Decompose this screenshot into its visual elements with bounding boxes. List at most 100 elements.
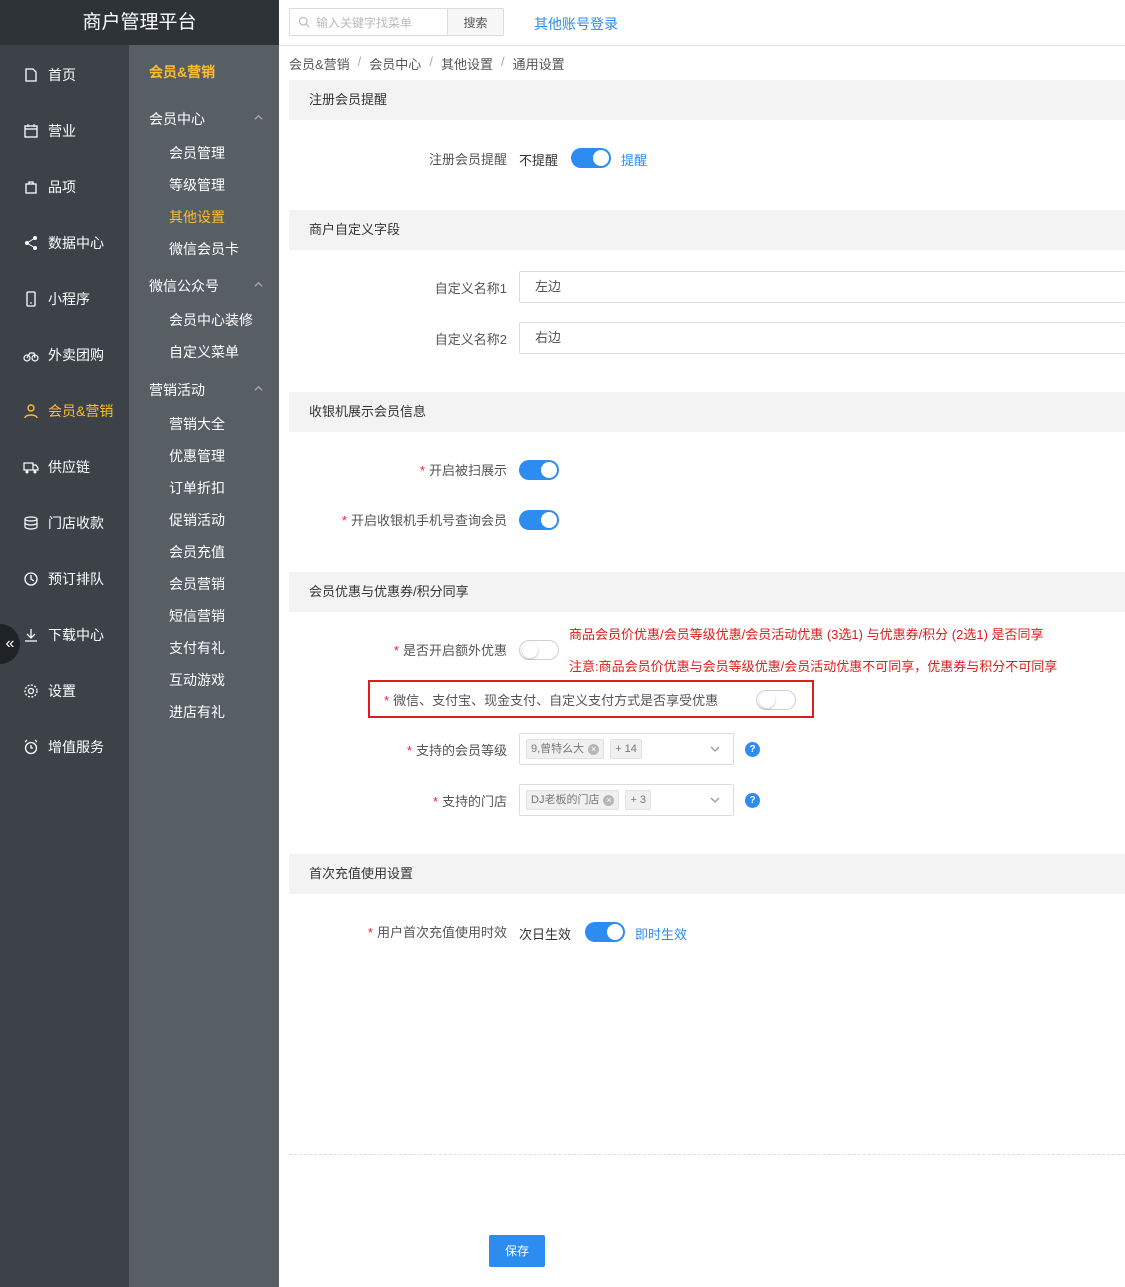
nav-item-label: 数据中心 xyxy=(48,235,104,251)
section-header-register: 注册会员提醒 xyxy=(289,80,1125,120)
scan-display-label: * 开启被扫展示 xyxy=(419,463,507,478)
recharge-on-text: 即时生效 xyxy=(635,927,688,942)
nav-group[interactable]: 微信公众号 xyxy=(149,274,264,298)
chevron-up-icon xyxy=(253,112,264,126)
nav-sub-item[interactable]: 其他设置 xyxy=(169,207,225,227)
chevron-up-icon xyxy=(253,279,264,293)
menu-search: 输入关键字找菜单 搜索 xyxy=(289,8,504,36)
breadcrumb-item-current: 通用设置 xyxy=(512,57,565,72)
chevron-down-icon xyxy=(710,797,720,803)
recharge-off-text: 次日生效 xyxy=(519,927,572,942)
section-header-recharge: 首次充值使用设置 xyxy=(289,854,1125,894)
nav-group[interactable]: 会员中心 xyxy=(149,107,264,131)
recharge-time-label: * 用户首次充值使用时效 xyxy=(367,925,507,940)
home-icon xyxy=(22,66,40,84)
nav-item[interactable]: 小程序 xyxy=(0,279,129,319)
member-level-tag: 9,曾特么大 × xyxy=(526,739,605,759)
nav-item-label: 设置 xyxy=(48,683,76,699)
nav-item[interactable]: 会员&营销 xyxy=(0,391,129,431)
member-levels-select[interactable]: 9,曾特么大 × + 14 xyxy=(519,733,734,765)
register-reminder-label: 注册会员提醒 xyxy=(428,152,507,167)
nav-item[interactable]: 预订排队 xyxy=(0,559,129,599)
remove-tag-icon[interactable]: × xyxy=(588,743,600,755)
nav-sub-item[interactable]: 会员中心装修 xyxy=(169,310,253,330)
extra-discount-label: * 是否开启额外优惠 xyxy=(393,643,507,658)
breadcrumb-item[interactable]: 会员中心 xyxy=(369,54,421,73)
recharge-time-toggle[interactable] xyxy=(585,922,625,942)
payment-discount-toggle[interactable] xyxy=(756,690,796,710)
store-tag: DJ老板的门店 × xyxy=(526,790,620,810)
custom-field2-input[interactable]: 右边 xyxy=(519,322,1125,354)
nav-group[interactable]: 营销活动 xyxy=(149,378,264,402)
help-icon[interactable]: ? xyxy=(745,793,760,808)
truck-icon xyxy=(22,458,40,476)
nav-sub-item[interactable]: 会员营销 xyxy=(169,574,225,594)
nav-item-label: 营业 xyxy=(48,123,76,139)
custom-field2-label: 自定义名称2 xyxy=(434,332,507,347)
custom-field1-input[interactable]: 左边 xyxy=(519,271,1125,303)
nav-item[interactable]: 品项 xyxy=(0,167,129,207)
register-reminder-toggle[interactable] xyxy=(571,148,611,168)
share-note-1: 商品会员价优惠/会员等级优惠/会员活动优惠 (3选1) 与优惠券/积分 (2选1… xyxy=(569,627,1044,642)
bag-icon xyxy=(22,178,40,196)
chevron-up-icon xyxy=(253,383,264,397)
search-button[interactable]: 搜索 xyxy=(447,9,503,35)
payment-discount-label: * 微信、支付宝、现金支付、自定义支付方式是否享受优惠 xyxy=(384,693,719,708)
nav-item[interactable]: 供应链 xyxy=(0,447,129,487)
database-icon xyxy=(22,514,40,532)
nav-item[interactable]: 门店收款 xyxy=(0,503,129,543)
nav-sub-item[interactable]: 短信营销 xyxy=(169,606,225,626)
clock-icon xyxy=(22,570,40,588)
search-input[interactable]: 输入关键字找菜单 xyxy=(290,9,447,35)
gear-icon xyxy=(22,682,40,700)
share-icon xyxy=(22,234,40,252)
nav-item[interactable]: 增值服务 xyxy=(0,727,129,767)
nav-sub-item[interactable]: 促销活动 xyxy=(169,510,225,530)
nav-sub-item[interactable]: 支付有礼 xyxy=(169,638,225,658)
nav-sub-item[interactable]: 等级管理 xyxy=(169,175,225,195)
divider xyxy=(289,1154,1125,1155)
nav-item-label: 会员&营销 xyxy=(48,403,114,419)
save-button[interactable]: 保存 xyxy=(489,1235,545,1267)
nav-sub-item[interactable]: 优惠管理 xyxy=(169,446,225,466)
breadcrumb-item[interactable]: 其他设置 xyxy=(441,54,493,73)
nav-item[interactable]: 首页 xyxy=(0,55,129,95)
secondary-sidebar-title: 会员&营销 xyxy=(149,64,216,80)
nav-group-label: 营销活动 xyxy=(149,382,205,398)
search-placeholder: 输入关键字找菜单 xyxy=(316,15,413,30)
nav-item[interactable]: 设置 xyxy=(0,671,129,711)
nav-sub-item[interactable]: 营销大全 xyxy=(169,414,225,434)
nav-sub-item[interactable]: 订单折扣 xyxy=(169,478,225,498)
stores-select[interactable]: DJ老板的门店 × + 3 xyxy=(519,784,734,816)
nav-group-label: 会员中心 xyxy=(149,111,205,127)
nav-item-label: 预订排队 xyxy=(48,571,104,587)
scan-display-toggle[interactable] xyxy=(519,460,559,480)
nav-sub-item[interactable]: 会员管理 xyxy=(169,143,225,163)
nav-item[interactable]: 数据中心 xyxy=(0,223,129,263)
help-icon[interactable]: ? xyxy=(745,742,760,757)
nav-item[interactable]: 营业 xyxy=(0,111,129,151)
nav-sub-item[interactable]: 会员充值 xyxy=(169,542,225,562)
other-account-login-link[interactable]: 其他账号登录 xyxy=(534,14,618,34)
user-icon xyxy=(22,402,40,420)
extra-discount-toggle[interactable] xyxy=(519,640,559,660)
nav-item-label: 品项 xyxy=(48,179,76,195)
nav-group-label: 微信公众号 xyxy=(149,278,219,294)
nav-sub-item[interactable]: 微信会员卡 xyxy=(169,239,239,259)
nav-item[interactable]: 外卖团购 xyxy=(0,335,129,375)
breadcrumb-item[interactable]: 会员&营销 xyxy=(289,54,350,73)
nav-sub-item[interactable]: 进店有礼 xyxy=(169,702,225,722)
custom-field1-label: 自定义名称1 xyxy=(434,281,507,296)
nav-sub-item[interactable]: 自定义菜单 xyxy=(169,342,239,362)
share-note-2: 注意:商品会员价优惠与会员等级优惠/会员活动优惠不可同享，优惠券与积分不可同享 xyxy=(569,659,1058,674)
member-levels-label: * 支持的会员等级 xyxy=(406,743,507,758)
member-level-more-tag: + 14 xyxy=(610,739,642,759)
app-title: 商户管理平台 xyxy=(0,0,279,45)
phone-query-toggle[interactable] xyxy=(519,510,559,530)
nav-sub-item[interactable]: 互动游戏 xyxy=(169,670,225,690)
remove-tag-icon[interactable]: × xyxy=(603,794,615,806)
section-header-custom-fields: 商户自定义字段 xyxy=(289,210,1125,250)
phone-query-label: * 开启收银机手机号查询会员 xyxy=(341,513,507,528)
breadcrumb: 会员&营销 / 会员中心 / 其他设置 / 通用设置 xyxy=(289,54,565,73)
secondary-sidebar: 会员&营销 会员中心会员管理等级管理其他设置微信会员卡微信公众号会员中心装修 自定… xyxy=(129,45,279,1287)
